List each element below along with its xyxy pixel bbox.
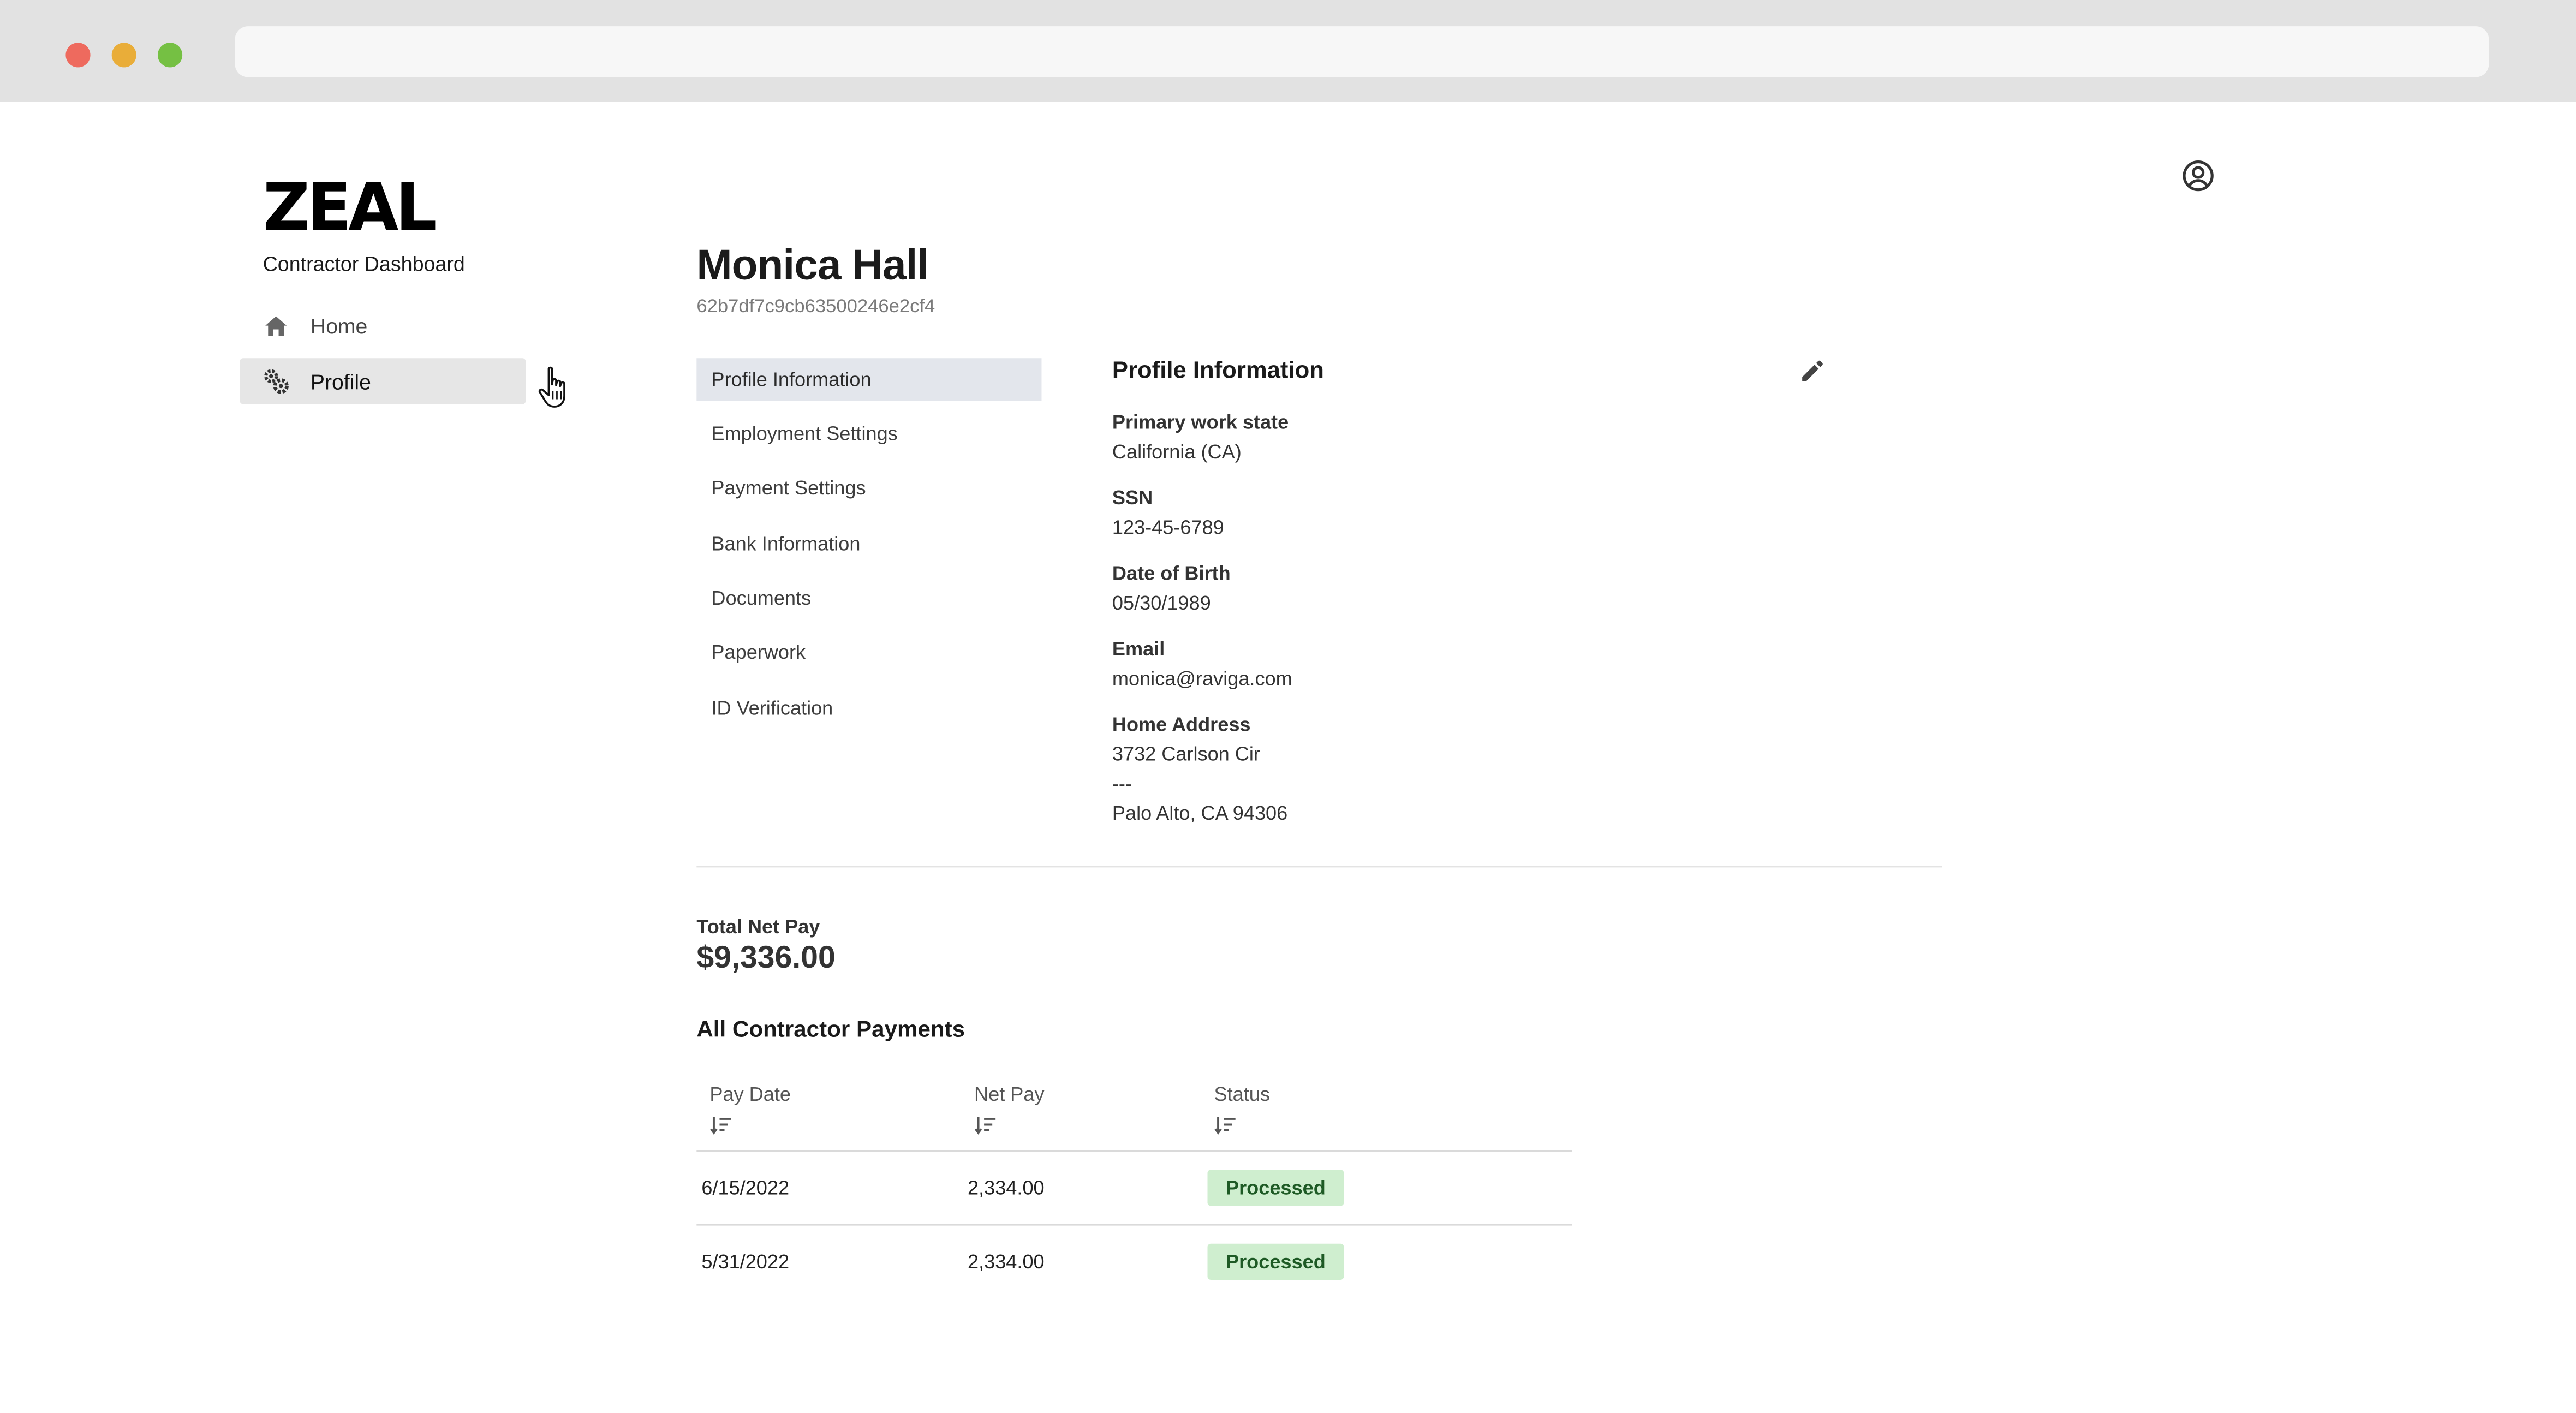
logo-text: ZEAL — [263, 169, 436, 246]
tab-documents[interactable]: Documents — [696, 577, 1041, 619]
tab-label: Documents — [711, 586, 812, 610]
tab-label: Payment Settings — [711, 476, 866, 500]
field-label-email: Email — [1112, 637, 1165, 661]
status-badge: Processed — [1207, 1243, 1344, 1280]
field-value-date-of-birth: 05/30/1989 — [1112, 591, 1211, 615]
field-label-home-address: Home Address — [1112, 713, 1251, 736]
total-net-pay-value: $9,336.00 — [696, 941, 836, 976]
cell-pay-date: 6/15/2022 — [701, 1176, 790, 1200]
sidebar-item-home[interactable]: Home — [240, 302, 526, 348]
field-label-date-of-birth: Date of Birth — [1112, 562, 1231, 585]
column-header-net-pay[interactable]: Net Pay — [974, 1083, 1044, 1106]
window-maximize-button[interactable] — [157, 43, 183, 68]
address-line-2: --- — [1112, 772, 1132, 795]
table-header-divider — [696, 1150, 1572, 1152]
account-circle-icon[interactable] — [2180, 158, 2216, 194]
field-label-ssn: SSN — [1112, 486, 1153, 510]
sort-icon[interactable] — [974, 1114, 997, 1135]
section-divider — [696, 866, 1942, 868]
tab-label: Bank Information — [711, 532, 861, 556]
tab-id-verification[interactable]: ID Verification — [696, 687, 1041, 729]
edit-pencil-icon[interactable] — [1799, 358, 1825, 384]
tab-profile-information[interactable]: Profile Information — [696, 358, 1042, 401]
address-bar[interactable] — [235, 26, 2489, 77]
window-minimize-button[interactable] — [111, 43, 136, 68]
tab-bank-information[interactable]: Bank Information — [696, 522, 1041, 565]
sidebar-item-profile[interactable]: Profile — [240, 358, 526, 404]
contractor-id: 62b7df7c9cb63500246e2cf4 — [696, 297, 935, 317]
status-badge: Processed — [1207, 1170, 1344, 1206]
tab-employment-settings[interactable]: Employment Settings — [696, 413, 1041, 455]
total-net-pay-label: Total Net Pay — [696, 915, 820, 938]
tab-label: Profile Information — [711, 368, 872, 391]
tab-label: Employment Settings — [711, 422, 898, 445]
zeal-logo: ZEAL — [263, 164, 444, 246]
page-title: Monica Hall — [696, 240, 929, 289]
window-close-button[interactable] — [65, 43, 91, 68]
tab-label: Paperwork — [711, 640, 806, 664]
cell-net-pay: 2,334.00 — [968, 1176, 1045, 1200]
section-title: Profile Information — [1112, 358, 1324, 385]
column-header-status[interactable]: Status — [1214, 1083, 1270, 1106]
sidebar-item-label: Profile — [310, 368, 371, 394]
cell-net-pay: 2,334.00 — [968, 1250, 1045, 1273]
tab-payment-settings[interactable]: Payment Settings — [696, 467, 1041, 509]
field-value-primary-work-state: California (CA) — [1112, 440, 1242, 463]
sidebar-item-label: Home — [310, 313, 368, 338]
field-value-email: monica@raviga.com — [1112, 667, 1292, 690]
address-line-1: 3732 Carlson Cir — [1112, 742, 1260, 766]
app-subtitle: Contractor Dashboard — [263, 253, 465, 276]
hand-pointer-cursor-icon — [535, 365, 575, 410]
column-header-pay-date[interactable]: Pay Date — [709, 1083, 791, 1106]
browser-window: ZEAL Contractor Dashboard Home Profile M… — [0, 0, 2576, 1413]
sort-icon[interactable] — [709, 1114, 732, 1135]
tab-paperwork[interactable]: Paperwork — [696, 631, 1041, 673]
sort-icon[interactable] — [1214, 1114, 1237, 1135]
home-icon — [263, 312, 289, 338]
payments-title: All Contractor Payments — [696, 1015, 965, 1042]
table-row-divider — [696, 1224, 1572, 1226]
cell-pay-date: 5/31/2022 — [701, 1250, 790, 1273]
gears-icon — [263, 368, 289, 394]
field-value-ssn: 123-45-6789 — [1112, 516, 1224, 539]
field-label-primary-work-state: Primary work state — [1112, 410, 1289, 434]
tab-label: ID Verification — [711, 696, 833, 720]
address-line-3: Palo Alto, CA 94306 — [1112, 801, 1288, 825]
